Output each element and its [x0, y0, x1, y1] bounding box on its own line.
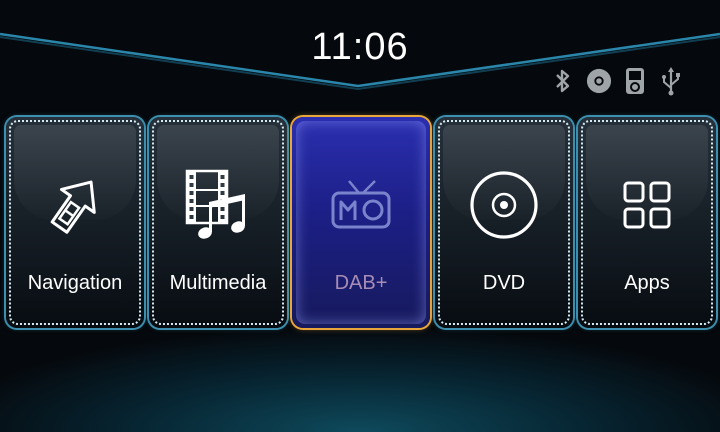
- dvd-disc-icon: [435, 165, 573, 245]
- tile-label: DVD: [482, 272, 526, 294]
- status-bar: [550, 64, 684, 98]
- apps-grid-icon: [578, 165, 716, 245]
- radio-icon: [292, 165, 430, 245]
- tile-label: Navigation: [27, 272, 123, 294]
- tile-apps[interactable]: Apps: [578, 117, 716, 328]
- tile-dab[interactable]: DAB+: [292, 117, 430, 328]
- main-menu: Navigation Multimedia DAB+ DVD Apps: [4, 117, 716, 332]
- music-player-icon: [622, 66, 648, 96]
- film-music-icon: [149, 165, 287, 245]
- disc-icon: [586, 66, 612, 96]
- tile-navigation[interactable]: Navigation: [6, 117, 144, 328]
- tile-label: Multimedia: [169, 272, 267, 294]
- tile-label: DAB+: [334, 272, 388, 294]
- screen: 11:06 Navigation Multimedia DAB+ DVD App…: [0, 0, 720, 432]
- clock: 11:06: [311, 26, 409, 68]
- tile-dvd[interactable]: DVD: [435, 117, 573, 328]
- bluetooth-icon: [550, 66, 576, 96]
- navigation-arrow-icon: [6, 165, 144, 245]
- tile-label: Apps: [624, 272, 670, 294]
- usb-icon: [658, 66, 684, 96]
- tile-multimedia[interactable]: Multimedia: [149, 117, 287, 328]
